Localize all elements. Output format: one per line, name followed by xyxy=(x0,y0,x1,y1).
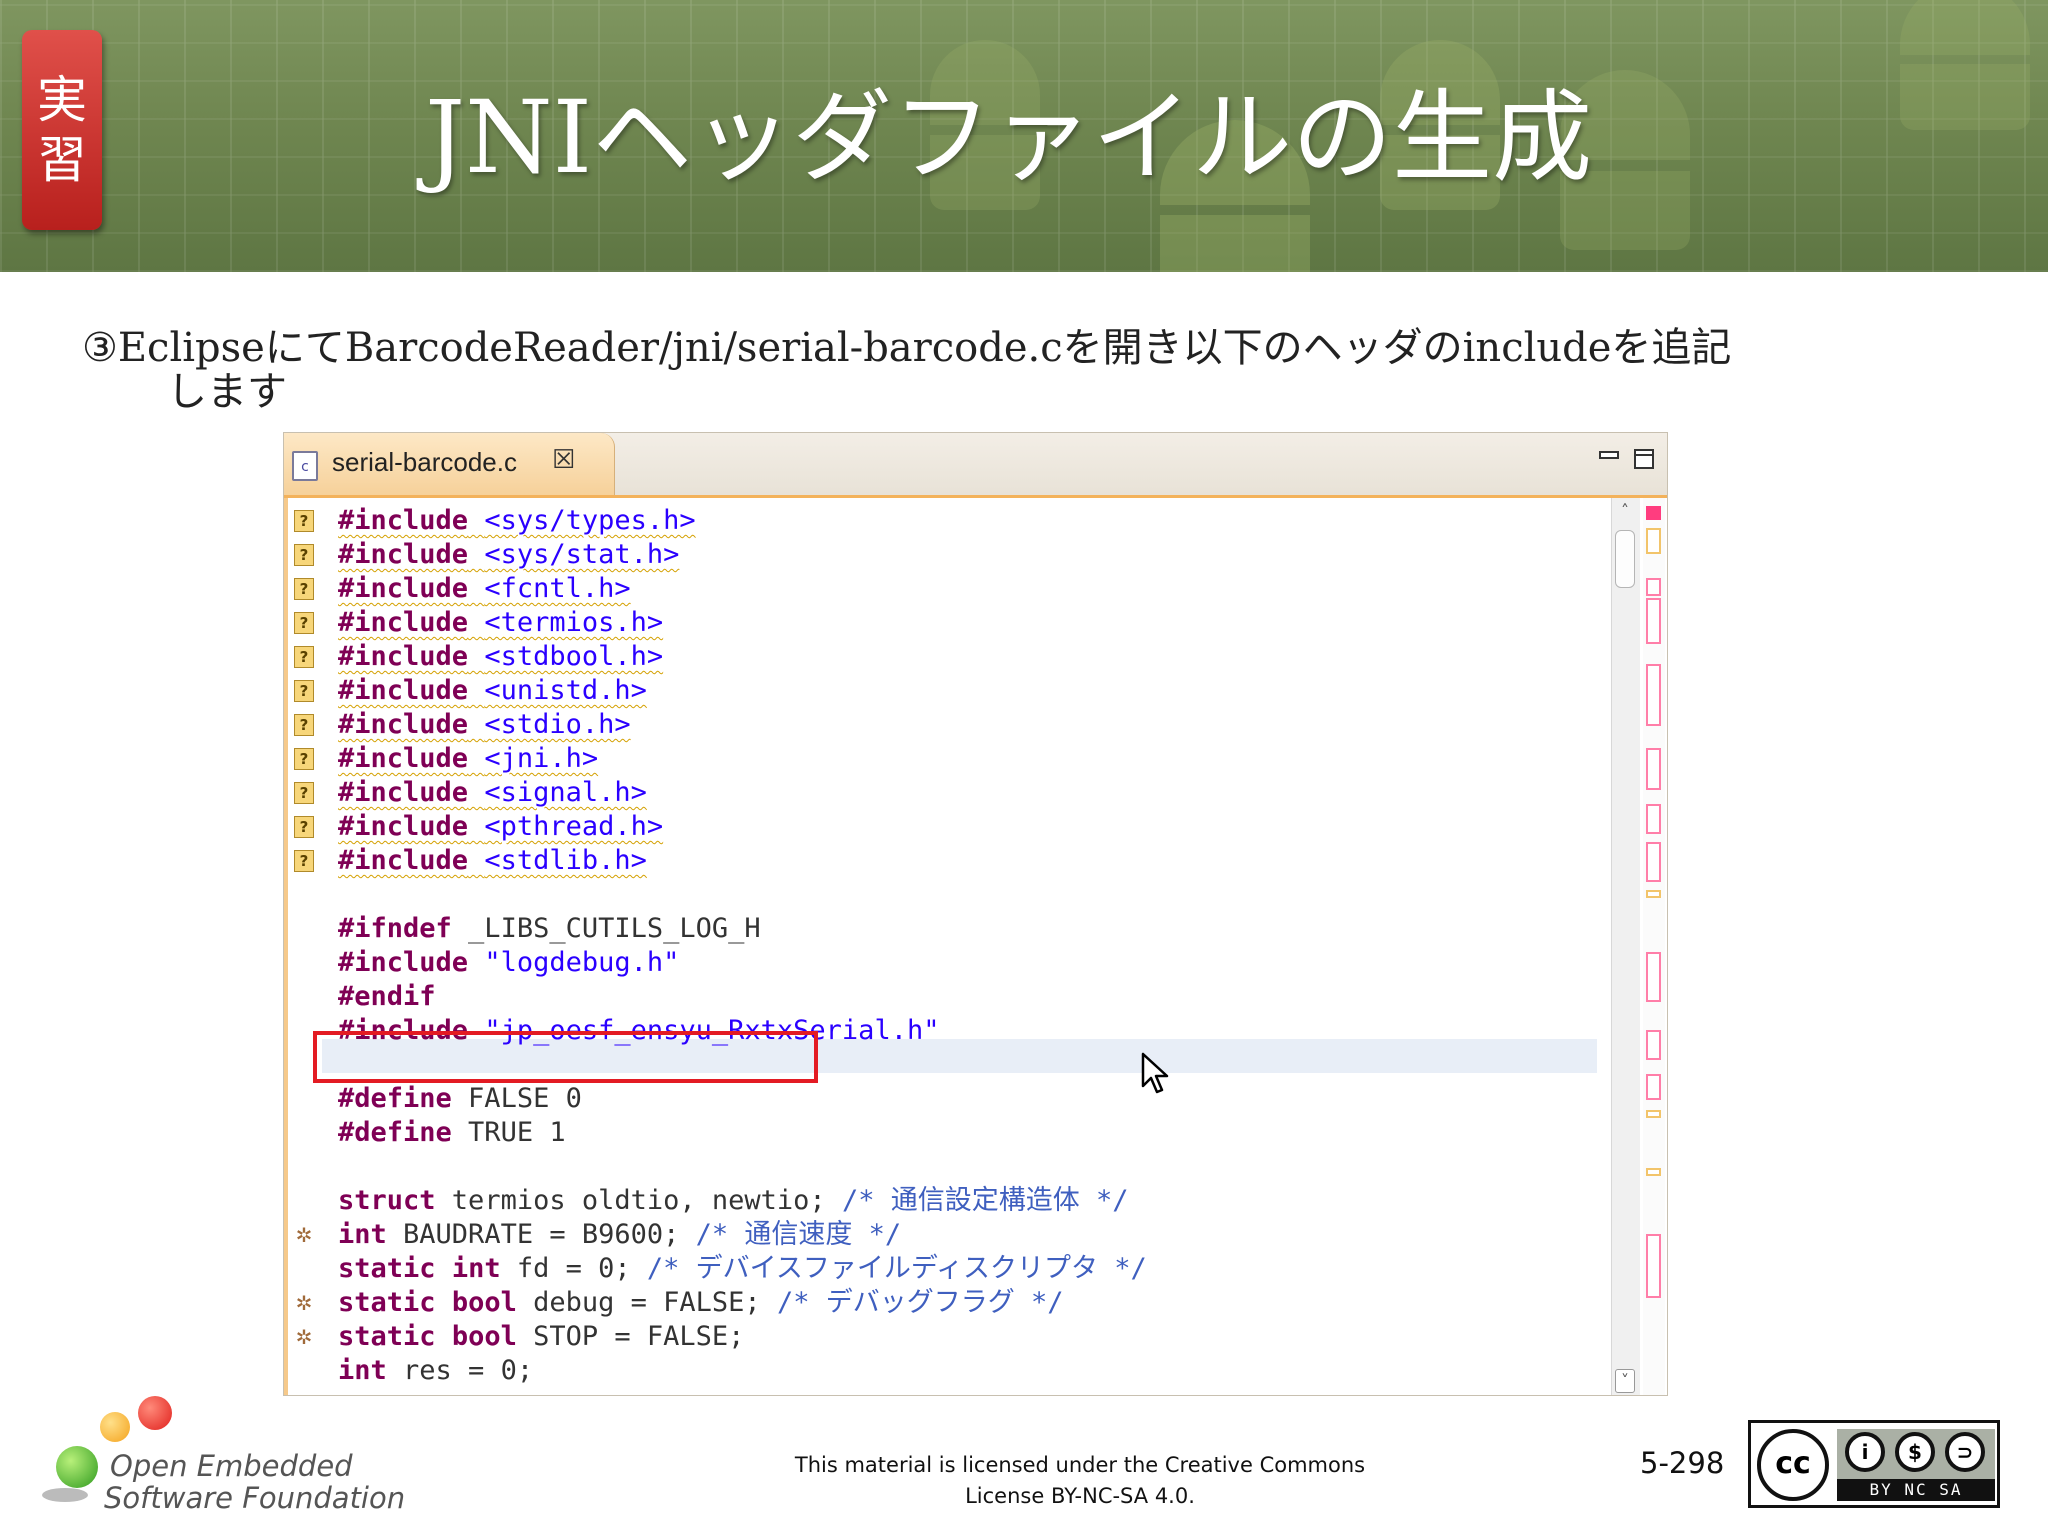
code-line[interactable]: int res = 0; xyxy=(338,1354,533,1388)
overview-marker xyxy=(1646,1030,1661,1060)
code-line[interactable]: #include <stdbool.h> xyxy=(338,640,663,674)
overview-marker xyxy=(1646,748,1661,790)
breakpoint-bug-icon[interactable]: ✲ xyxy=(292,1291,316,1315)
oesf-logo: Open Embedded Software Foundation xyxy=(38,1392,405,1522)
code-line[interactable]: #ifndef _LIBS_CUTILS_LOG_H xyxy=(338,912,761,946)
warning-marker-icon[interactable]: ? xyxy=(294,612,314,634)
vertical-ruler: ??????????? ✲ ✲ ✲ xyxy=(288,498,322,1395)
code-line[interactable]: #include <fcntl.h> xyxy=(338,572,631,606)
editor-tab-bar: c serial-barcode.c ☒ xyxy=(284,433,1667,498)
close-icon[interactable]: ☒ xyxy=(552,445,575,475)
instruction-line-2: します xyxy=(167,369,287,415)
code-line[interactable]: #include <sys/stat.h> xyxy=(338,538,679,572)
license-text: This material is licensed under the Crea… xyxy=(760,1450,1400,1512)
editor-tab-label: serial-barcode.c xyxy=(332,447,517,477)
cc-icon: cc xyxy=(1757,1429,1829,1501)
logo-line-2: Software Foundation xyxy=(104,1481,406,1515)
code-line[interactable]: #include <jni.h> xyxy=(338,742,598,776)
code-line[interactable]: static int fd = 0; /* デバイスファイルディスクリプタ */ xyxy=(338,1252,1147,1286)
logo-dot-orange xyxy=(100,1412,130,1442)
overview-marker xyxy=(1646,528,1661,554)
code-line[interactable]: int BAUDRATE = B9600; /* 通信速度 */ xyxy=(338,1218,901,1252)
breakpoint-bug-icon[interactable]: ✲ xyxy=(292,1325,316,1349)
overview-marker xyxy=(1646,890,1661,898)
overview-marker xyxy=(1646,1110,1661,1118)
instruction-line-1: ③EclipseにてBarcodeReader/jni/serial-barco… xyxy=(82,325,1732,371)
slide-title: JNIヘッダファイルの生成 xyxy=(425,79,1593,196)
logo-dot-red xyxy=(138,1396,172,1430)
minimize-icon[interactable] xyxy=(1599,447,1619,463)
overview-marker xyxy=(1646,664,1661,726)
warning-marker-icon[interactable]: ? xyxy=(294,680,314,702)
cc-terms-panel: i $ ⊃ BY NC SA xyxy=(1837,1429,1995,1501)
code-line[interactable]: #endif xyxy=(338,980,436,1014)
overview-marker xyxy=(1646,804,1661,834)
warning-marker-icon[interactable]: ? xyxy=(294,816,314,838)
code-line[interactable]: #include <unistd.h> xyxy=(338,674,647,708)
cc-terms-label: BY NC SA xyxy=(1837,1479,1995,1501)
practice-badge: 実 習 xyxy=(22,30,102,230)
maximize-icon[interactable] xyxy=(1634,449,1654,469)
warning-marker-icon[interactable]: ? xyxy=(294,714,314,736)
code-line[interactable]: static bool STOP = FALSE; xyxy=(338,1320,744,1354)
warning-marker-icon[interactable]: ? xyxy=(294,748,314,770)
overview-marker xyxy=(1646,506,1661,520)
overview-marker xyxy=(1646,1168,1661,1176)
warning-marker-icon[interactable]: ? xyxy=(294,544,314,566)
code-editor-area[interactable]: ??????????? ✲ ✲ ✲ #include <sys/types.h> #in… xyxy=(284,498,1667,1395)
code-line[interactable]: #include <stdlib.h> xyxy=(338,844,647,878)
warning-marker-icon[interactable]: ? xyxy=(294,850,314,872)
scroll-down-icon[interactable]: ˅ xyxy=(1615,1369,1635,1393)
code-line[interactable]: #include "logdebug.h" xyxy=(338,946,679,980)
license-line-1: This material is licensed under the Crea… xyxy=(794,1453,1366,1477)
code-line[interactable]: struct termios oldtio, newtio; /* 通信設定構造… xyxy=(338,1184,1128,1218)
overview-marker xyxy=(1646,952,1661,1002)
c-file-icon: c xyxy=(292,451,318,481)
overview-marker xyxy=(1646,598,1661,644)
code-line[interactable]: #define FALSE 0 xyxy=(338,1082,582,1116)
code-line[interactable]: #include <pthread.h> xyxy=(338,810,663,844)
scrollbar-thumb[interactable] xyxy=(1615,530,1635,588)
highlight-box xyxy=(313,1031,818,1083)
practice-badge-text: 実 習 xyxy=(37,71,87,189)
code-line[interactable]: #include <sys/types.h> xyxy=(338,504,696,538)
android-robot-icon xyxy=(1900,0,2030,130)
overview-marker xyxy=(1646,578,1661,596)
warning-marker-icon[interactable]: ? xyxy=(294,782,314,804)
noncommercial-icon: $ xyxy=(1895,1432,1935,1472)
scroll-up-icon[interactable]: ˄ xyxy=(1615,500,1635,524)
warning-marker-icon[interactable]: ? xyxy=(294,646,314,668)
overview-marker xyxy=(1646,1234,1661,1298)
logo-dot-green xyxy=(56,1446,98,1488)
eclipse-editor: c serial-barcode.c ☒ ??????????? ✲ ✲ ✲ #inc… xyxy=(283,432,1668,1396)
warning-marker-icon[interactable]: ? xyxy=(294,578,314,600)
page-number: 5-298 xyxy=(1640,1446,1725,1480)
overview-marker xyxy=(1646,1074,1661,1100)
code-line[interactable]: #define TRUE 1 xyxy=(338,1116,566,1150)
attribution-icon: i xyxy=(1845,1432,1885,1472)
mouse-cursor-icon xyxy=(1141,1052,1169,1094)
overview-ruler xyxy=(1643,498,1665,1395)
sharealike-icon: ⊃ xyxy=(1945,1432,1985,1472)
logo-dot-shadow xyxy=(42,1488,88,1502)
vertical-scrollbar[interactable]: ˄ ˅ xyxy=(1611,498,1640,1395)
code-line[interactable]: #include <stdio.h> xyxy=(338,708,631,742)
logo-line-1: Open Embedded xyxy=(110,1449,353,1483)
code-line[interactable]: static bool debug = FALSE; /* デバッグフラグ */ xyxy=(338,1286,1063,1320)
warning-marker-icon[interactable]: ? xyxy=(294,510,314,532)
instruction-text: ③EclipseにてBarcodeReader/jni/serial-barco… xyxy=(82,326,1962,414)
cc-license-badge: cc i $ ⊃ BY NC SA xyxy=(1748,1420,2000,1508)
code-line[interactable]: #include <signal.h> xyxy=(338,776,647,810)
editor-tab[interactable]: c serial-barcode.c ☒ xyxy=(284,433,615,495)
breakpoint-bug-icon[interactable]: ✲ xyxy=(292,1223,316,1247)
overview-marker xyxy=(1646,842,1661,882)
license-line-2: License BY-NC-SA 4.0. xyxy=(965,1484,1195,1508)
code-line[interactable]: #include <termios.h> xyxy=(338,606,663,640)
